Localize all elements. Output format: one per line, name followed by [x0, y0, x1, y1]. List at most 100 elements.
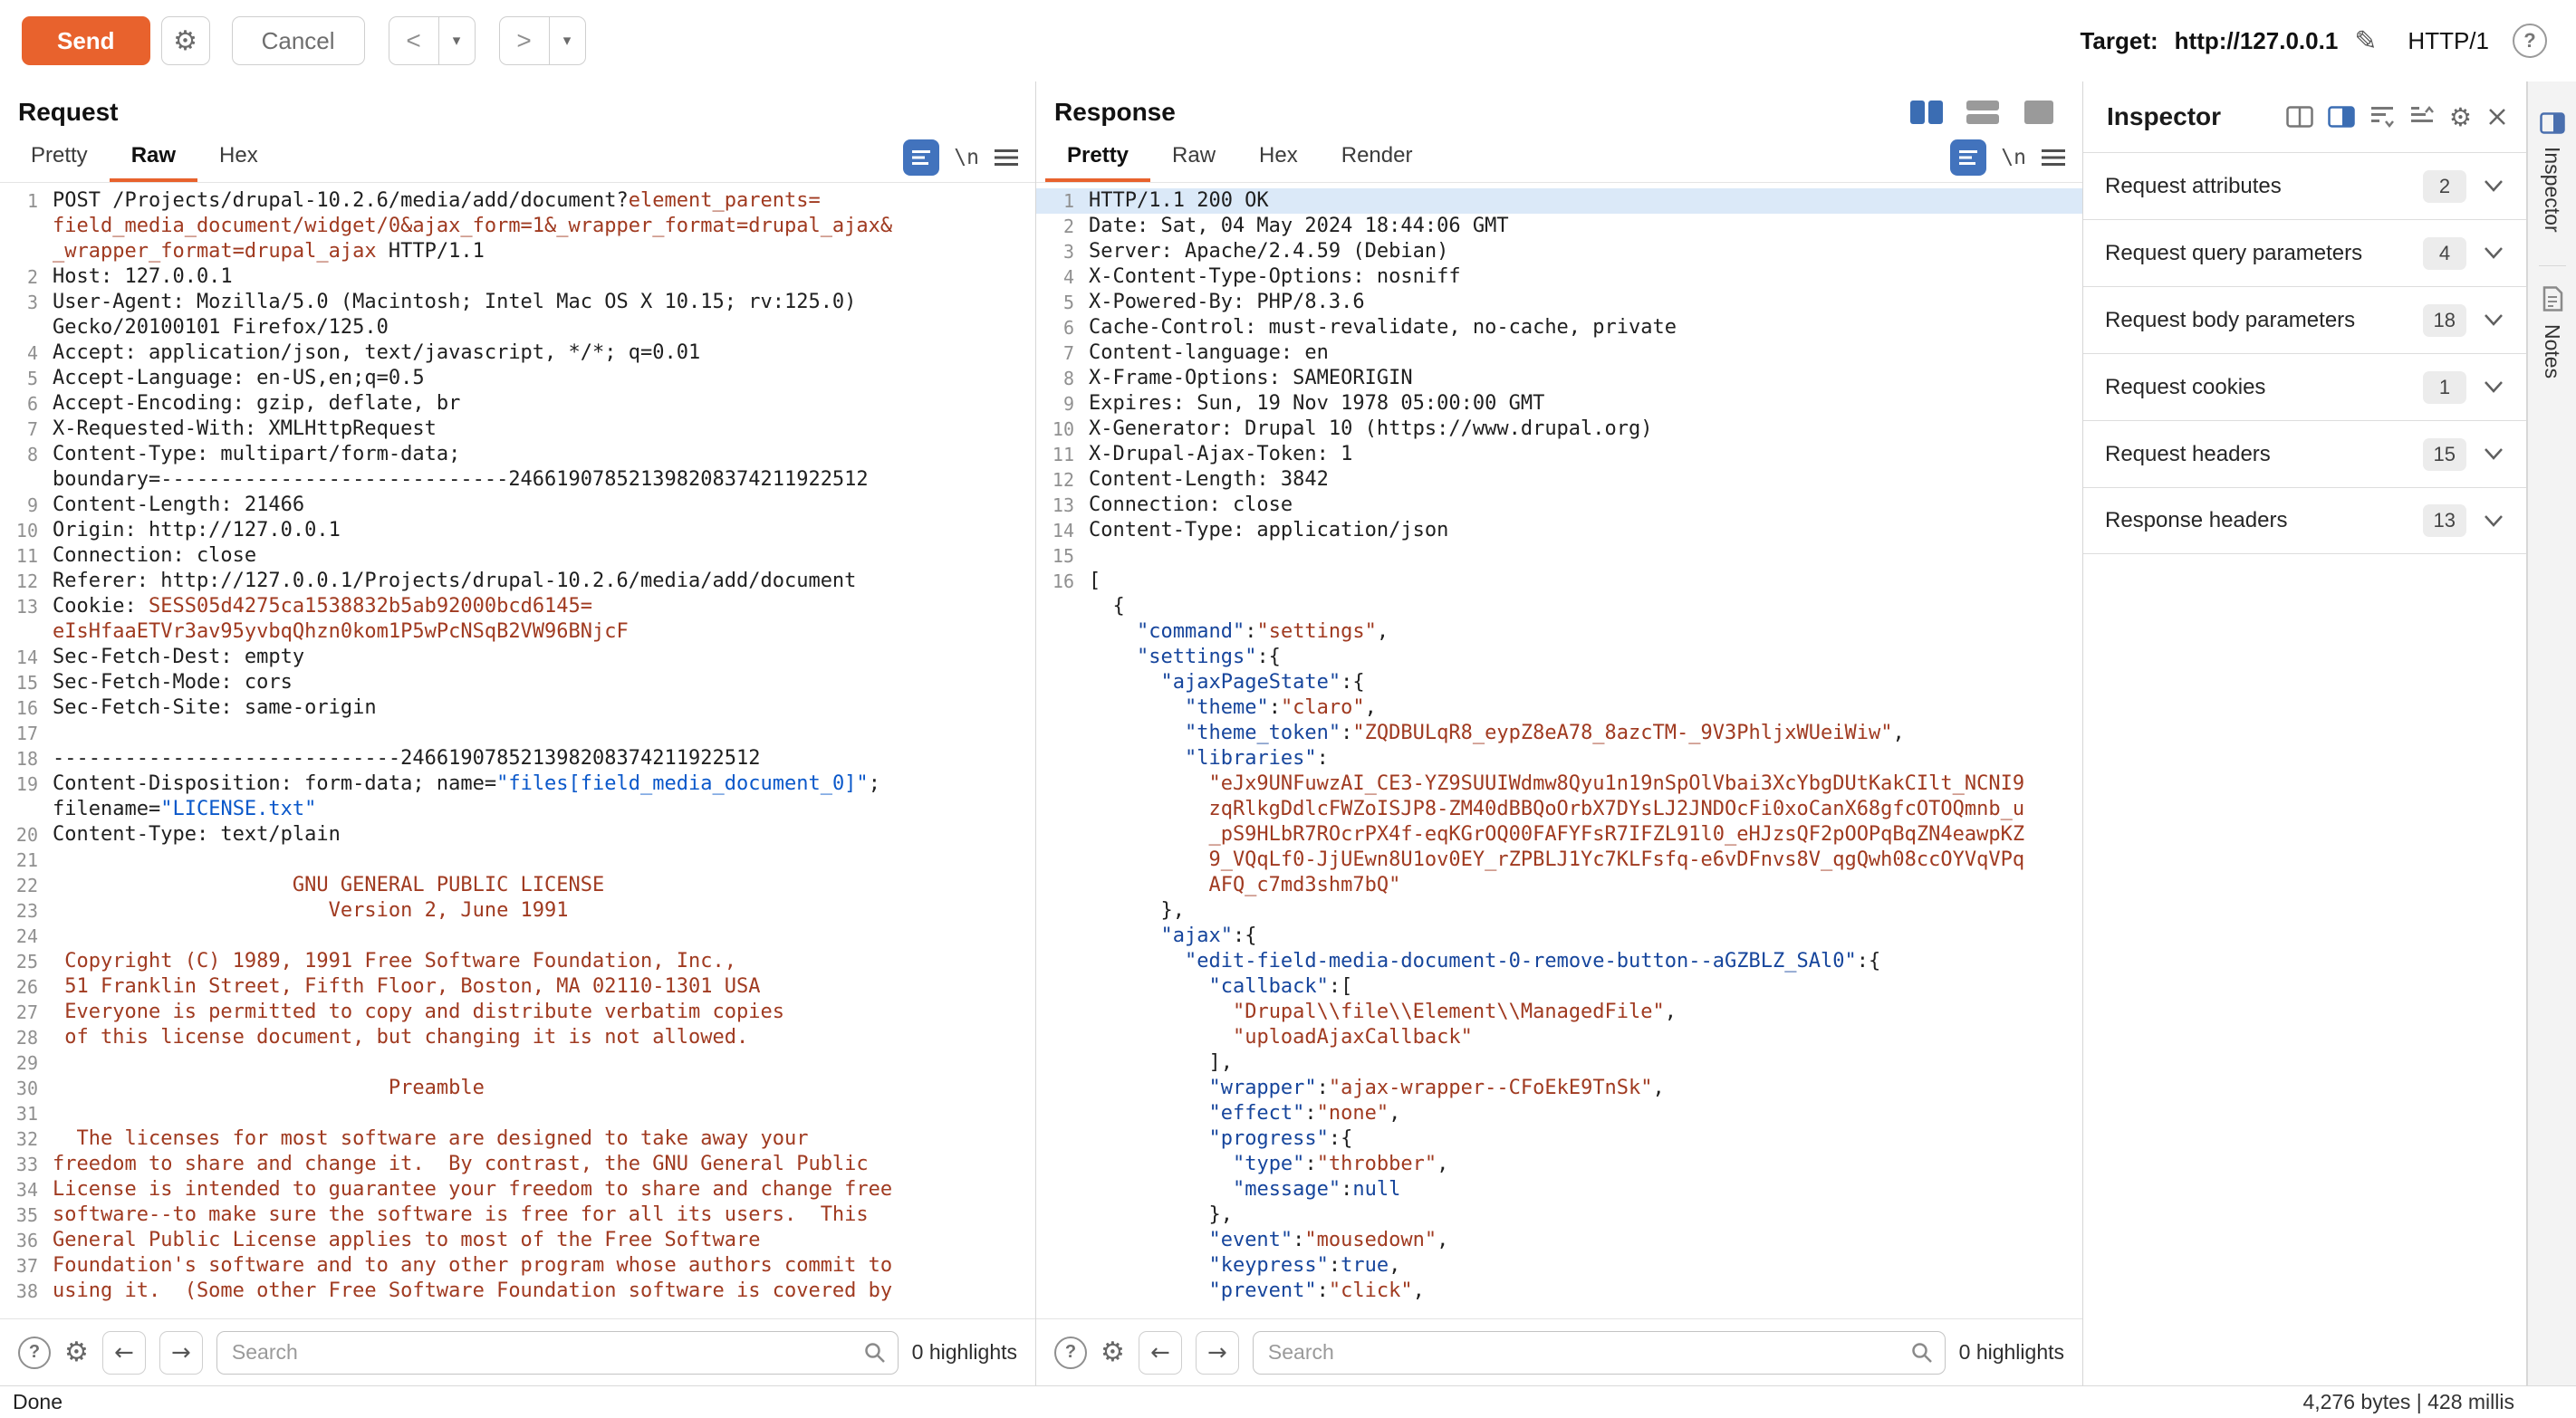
code-line[interactable]: 8Content-Type: multipart/form-data; — [0, 442, 1035, 467]
inspector-section-request-body-parameters[interactable]: Request body parameters18 — [2083, 286, 2526, 353]
code-line[interactable]: 14Content-Type: application/json — [1036, 518, 2082, 543]
cancel-button[interactable]: Cancel — [232, 16, 365, 65]
code-line[interactable]: "eJx9UNFuwzAI_CE3-YZ9SUUIWdmw8Qyu1n19nSp… — [1036, 771, 2082, 797]
code-line[interactable]: 3User-Agent: Mozilla/5.0 (Macintosh; Int… — [0, 290, 1035, 315]
code-line[interactable]: 13Cookie: SESS05d4275ca1538832b5ab92000b… — [0, 594, 1035, 619]
nonprinting-chars-toggle[interactable]: \n — [2001, 146, 2026, 169]
collapse-all-icon[interactable] — [2369, 105, 2395, 129]
inspector-section-request-attributes[interactable]: Request attributes2 — [2083, 152, 2526, 219]
code-line[interactable]: 35software--to make sure the software is… — [0, 1202, 1035, 1228]
code-line[interactable]: 5X-Powered-By: PHP/8.3.6 — [1036, 290, 2082, 315]
code-line[interactable]: "callback":[ — [1036, 974, 2082, 1000]
tab-raw[interactable]: Raw — [110, 132, 197, 182]
code-line[interactable]: 22 GNU GENERAL PUBLIC LICENSE — [0, 873, 1035, 898]
layout-columns-button[interactable] — [1905, 95, 1948, 129]
code-line[interactable]: 17 — [0, 721, 1035, 746]
code-line[interactable]: 27 Everyone is permitted to copy and dis… — [0, 1000, 1035, 1025]
notes-tab-icon[interactable] — [2542, 286, 2563, 311]
code-line[interactable]: 32 The licenses for most software are de… — [0, 1126, 1035, 1152]
search-next-button[interactable]: → — [159, 1331, 203, 1375]
inspector-layout-button[interactable] — [2286, 106, 2313, 128]
tab-render[interactable]: Render — [1320, 132, 1435, 182]
tab-raw[interactable]: Raw — [1150, 132, 1237, 182]
inspector-section-response-headers[interactable]: Response headers13 — [2083, 487, 2526, 554]
code-line[interactable]: 12Content-Length: 3842 — [1036, 467, 2082, 493]
send-settings-button[interactable]: ⚙ — [161, 16, 210, 65]
search-help-icon[interactable]: ? — [18, 1337, 51, 1369]
send-button[interactable]: Send — [22, 16, 150, 65]
inspector-section-request-cookies[interactable]: Request cookies1 — [2083, 353, 2526, 420]
code-line[interactable]: "libraries": — [1036, 746, 2082, 771]
code-line[interactable]: "prevent":"click", — [1036, 1279, 2082, 1304]
code-line[interactable]: 5Accept-Language: en-US,en;q=0.5 — [0, 366, 1035, 391]
docked-tab-inspector[interactable]: Inspector — [2540, 147, 2564, 233]
tab-pretty[interactable]: Pretty — [9, 132, 110, 182]
code-line[interactable]: "theme_token":"ZQDBULqR8_eypZ8eA78_8azcT… — [1036, 721, 2082, 746]
code-line[interactable]: 31 — [0, 1101, 1035, 1126]
expand-all-icon[interactable] — [2409, 105, 2435, 129]
code-line[interactable]: 16Sec-Fetch-Site: same-origin — [0, 695, 1035, 721]
editor-menu-icon[interactable] — [994, 148, 1019, 168]
code-line[interactable]: 36General Public License applies to most… — [0, 1228, 1035, 1253]
code-line[interactable]: eIsHfaaETVr3av95yvbqQhzn0kom1P5wPcNSqB2V… — [0, 619, 1035, 645]
forward-button[interactable]: > — [499, 16, 550, 65]
code-line[interactable]: 9Content-Length: 21466 — [0, 493, 1035, 518]
code-line[interactable]: 28 of this license document, but changin… — [0, 1025, 1035, 1050]
code-line[interactable]: field_media_document/widget/0&ajax_form=… — [0, 214, 1035, 239]
code-line[interactable]: 15Sec-Fetch-Mode: cors — [0, 670, 1035, 695]
code-line[interactable]: 37Foundation's software and to any other… — [0, 1253, 1035, 1279]
syntax-highlight-toggle-icon[interactable] — [903, 139, 939, 176]
code-line[interactable]: 6Cache-Control: must-revalidate, no-cach… — [1036, 315, 2082, 340]
code-line[interactable]: 2Date: Sat, 04 May 2024 18:44:06 GMT — [1036, 214, 2082, 239]
code-line[interactable]: "event":"mousedown", — [1036, 1228, 2082, 1253]
code-line[interactable]: Gecko/20100101 Firefox/125.0 — [0, 315, 1035, 340]
code-line[interactable]: 7X-Requested-With: XMLHttpRequest — [0, 417, 1035, 442]
inspector-tab-icon[interactable] — [2540, 112, 2565, 134]
code-line[interactable]: AFQ_c7md3shm7bQ" — [1036, 873, 2082, 898]
search-next-button[interactable]: → — [1196, 1331, 1239, 1375]
code-line[interactable]: 6Accept-Encoding: gzip, deflate, br — [0, 391, 1035, 417]
layout-rows-button[interactable] — [1961, 95, 2004, 129]
response-viewer[interactable]: 1HTTP/1.1 200 OK2Date: Sat, 04 May 2024 … — [1036, 183, 2082, 1318]
code-line[interactable]: "theme":"claro", — [1036, 695, 2082, 721]
code-line[interactable]: "command":"settings", — [1036, 619, 2082, 645]
code-line[interactable]: 21 — [0, 848, 1035, 873]
code-line[interactable]: 9_VQqLf0-JjUEwn8U1ov0EY_rZPBLJ1Yc7KLFsfq… — [1036, 848, 2082, 873]
forward-dropdown-button[interactable]: ▾ — [550, 16, 586, 65]
http-version-selector[interactable]: HTTP/1 — [2408, 27, 2489, 55]
code-line[interactable]: }, — [1036, 898, 2082, 924]
code-line[interactable]: 16[ — [1036, 569, 2082, 594]
tab-hex[interactable]: Hex — [1237, 132, 1320, 182]
code-line[interactable]: 1HTTP/1.1 200 OK — [1036, 188, 2082, 214]
search-help-icon[interactable]: ? — [1054, 1337, 1087, 1369]
code-line[interactable]: 13Connection: close — [1036, 493, 2082, 518]
code-line[interactable]: "wrapper":"ajax-wrapper--CFoEkE9TnSk", — [1036, 1076, 2082, 1101]
edit-target-icon[interactable]: ✎ — [2354, 25, 2377, 57]
code-line[interactable]: "settings":{ — [1036, 645, 2082, 670]
code-line[interactable]: "message":null — [1036, 1177, 2082, 1202]
code-line[interactable]: filename="LICENSE.txt" — [0, 797, 1035, 822]
code-line[interactable]: "type":"throbber", — [1036, 1152, 2082, 1177]
code-line[interactable]: "Drupal\\file\\Element\\ManagedFile", — [1036, 1000, 2082, 1025]
code-line[interactable]: 20Content-Type: text/plain — [0, 822, 1035, 848]
inspector-section-request-headers[interactable]: Request headers15 — [2083, 420, 2526, 487]
code-line[interactable]: 29 — [0, 1050, 1035, 1076]
syntax-highlight-toggle-icon[interactable] — [1950, 139, 1986, 176]
code-line[interactable]: 11X-Drupal-Ajax-Token: 1 — [1036, 442, 2082, 467]
code-line[interactable]: 38using it. (Some other Free Software Fo… — [0, 1279, 1035, 1304]
search-prev-button[interactable]: ← — [1139, 1331, 1182, 1375]
code-line[interactable]: { — [1036, 594, 2082, 619]
tab-pretty[interactable]: Pretty — [1045, 132, 1150, 182]
code-line[interactable]: 30 Preamble — [0, 1076, 1035, 1101]
inspector-close-icon[interactable] — [2486, 106, 2508, 128]
inspector-settings-gear-icon[interactable]: ⚙ — [2449, 102, 2472, 132]
code-line[interactable]: 15 — [1036, 543, 2082, 569]
search-prev-button[interactable]: ← — [102, 1331, 146, 1375]
code-line[interactable]: "progress":{ — [1036, 1126, 2082, 1152]
code-line[interactable]: boundary=-----------------------------24… — [0, 467, 1035, 493]
inspector-section-request-query-parameters[interactable]: Request query parameters4 — [2083, 219, 2526, 286]
back-button[interactable]: < — [389, 16, 439, 65]
code-line[interactable]: 23 Version 2, June 1991 — [0, 898, 1035, 924]
code-line[interactable]: 24 — [0, 924, 1035, 949]
code-line[interactable]: 12Referer: http://127.0.0.1/Projects/dru… — [0, 569, 1035, 594]
